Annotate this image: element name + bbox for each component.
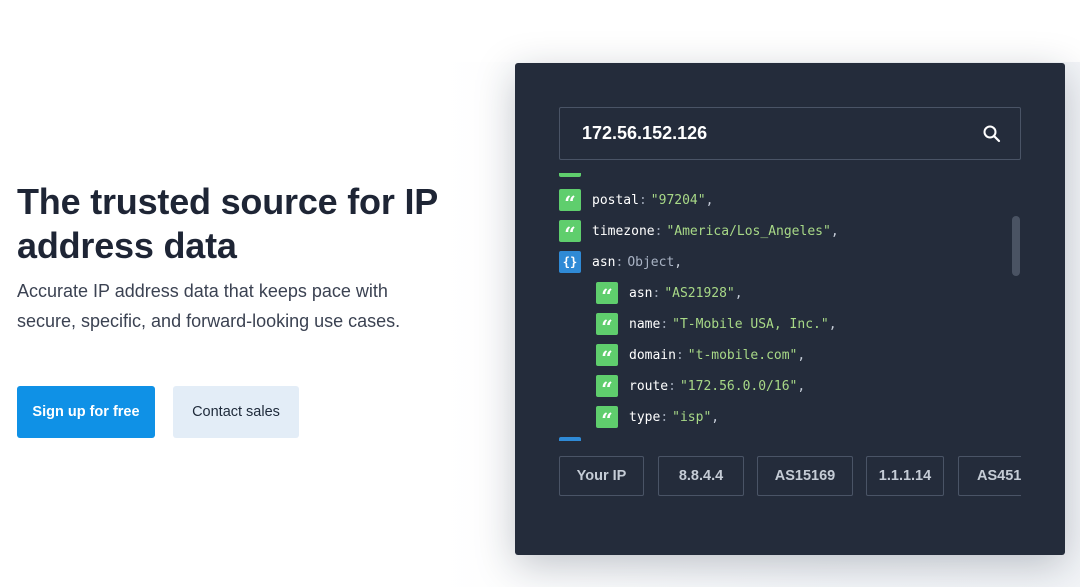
json-value: "97204": [650, 192, 706, 208]
json-key: domain: [629, 347, 676, 363]
json-value: "America/Los_Angeles": [666, 223, 831, 239]
chip-your-ip[interactable]: Your IP: [559, 456, 644, 496]
json-value: "T-Mobile USA, Inc.": [672, 316, 829, 332]
json-type: Object: [627, 254, 675, 270]
json-key: name: [629, 316, 661, 332]
chip-1-1-1-14[interactable]: 1.1.1.14: [866, 456, 944, 496]
json-line-asn-object[interactable]: {} asn: Object,: [559, 251, 682, 273]
json-line-route: “ route: "172.56.0.0/16",: [596, 375, 805, 400]
result-scrollbar[interactable]: [1012, 216, 1020, 276]
string-quote-icon: “: [559, 220, 581, 245]
json-line-timezone: “ timezone: "America/Los_Angeles",: [559, 220, 839, 245]
chip-as15169[interactable]: AS15169: [757, 456, 853, 496]
json-value: "t-mobile.com": [687, 347, 798, 363]
chip-as451[interactable]: AS451: [958, 456, 1021, 496]
json-key: timezone: [592, 223, 655, 239]
object-badge-partial: [559, 437, 581, 441]
json-line-asn: “ asn: "AS21928",: [596, 282, 743, 307]
string-quote-icon: “: [596, 282, 618, 307]
string-badge-partial: [559, 173, 581, 177]
string-quote-icon: “: [596, 313, 618, 338]
json-line-name: “ name: "T-Mobile USA, Inc.",: [596, 313, 837, 338]
string-quote-icon: “: [596, 344, 618, 369]
ip-search-box[interactable]: [559, 107, 1021, 160]
json-line-type: “ type: "isp",: [596, 406, 719, 431]
json-key: postal: [592, 192, 639, 208]
json-value: "isp": [672, 409, 712, 425]
contact-sales-button[interactable]: Contact sales: [173, 386, 299, 438]
json-value: "AS21928": [664, 285, 735, 301]
json-key: asn: [629, 285, 653, 301]
json-key: asn: [592, 254, 616, 270]
ip-lookup-panel: “ postal:"97204", “ timezone:"America/Lo…: [515, 63, 1065, 555]
example-chips: Your IP 8.8.4.4 AS15169 1.1.1.14 AS451: [559, 456, 1021, 498]
json-result-viewer: “ postal: "97204", “ timezone: "America/Lo…: [559, 167, 1029, 441]
string-quote-icon: “: [559, 189, 581, 214]
object-braces-icon: {}: [559, 251, 581, 273]
string-quote-icon: “: [596, 406, 618, 431]
search-icon[interactable]: [980, 122, 1004, 146]
page-title: The trusted source for IP address data: [17, 181, 438, 266]
hero-section: The trusted source for IP address data A…: [17, 180, 477, 336]
chip-8-8-4-4[interactable]: 8.8.4.4: [658, 456, 744, 496]
json-line-postal: “ postal: "97204",: [559, 189, 713, 214]
json-key: route: [629, 378, 669, 394]
ip-search-input[interactable]: [582, 123, 962, 144]
string-quote-icon: “: [596, 375, 618, 400]
sign-up-button[interactable]: Sign up for free: [17, 386, 155, 438]
json-key: type: [629, 409, 661, 425]
json-value: "172.56.0.0/16": [679, 378, 798, 394]
page-subtitle: Accurate IP address data that keeps pace…: [17, 281, 401, 331]
json-line-domain: “ domain: "t-mobile.com",: [596, 344, 805, 369]
